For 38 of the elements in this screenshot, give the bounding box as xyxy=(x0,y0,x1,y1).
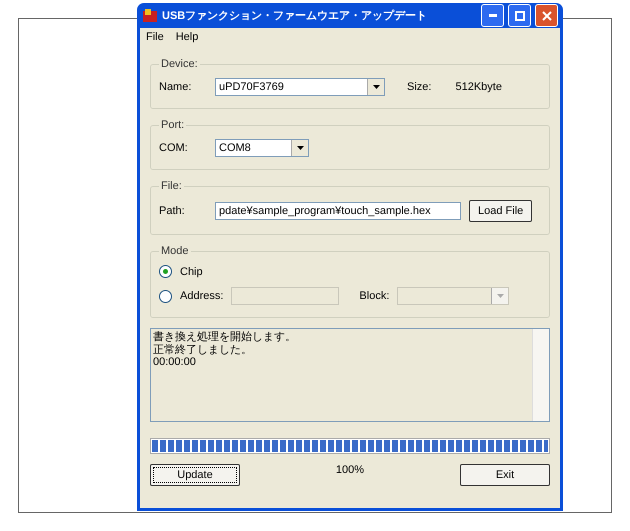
log-line: 正常終了しました。 xyxy=(153,344,253,356)
field-label: COM: xyxy=(159,142,189,154)
path-field[interactable]: pdate¥sample_program¥touch_sample.hex xyxy=(215,202,461,220)
field-label: Block: xyxy=(359,290,390,302)
maximize-button[interactable] xyxy=(508,4,531,27)
log-line: 00:00:00 xyxy=(153,356,197,369)
radio-button[interactable] xyxy=(159,265,172,278)
log-line: 書き換え処理を開始します。 xyxy=(153,331,297,344)
close-button[interactable] xyxy=(535,4,558,27)
caret-icon xyxy=(496,294,504,298)
group-label: Device: xyxy=(160,58,199,70)
scrollbar[interactable] xyxy=(532,329,549,421)
radio-label: Address: xyxy=(180,290,224,302)
menu-item[interactable]: Help xyxy=(176,31,198,45)
com-dropdown[interactable]: COM8 xyxy=(215,139,309,157)
window-title: USBファンクション・ファームウエア・アップデート xyxy=(162,8,428,23)
group-label: Port: xyxy=(160,119,186,131)
caret-icon xyxy=(372,85,380,89)
menu-item[interactable]: File xyxy=(146,31,164,45)
load-file-button[interactable]: Load File xyxy=(469,200,532,222)
field-label: Path: xyxy=(159,205,186,217)
group-label: Mode xyxy=(160,245,190,257)
maximize-icon xyxy=(514,10,524,20)
caret-icon xyxy=(296,146,304,150)
app-icon xyxy=(142,8,158,24)
size-label: Size: xyxy=(407,81,432,93)
size-value: 512Kbyte xyxy=(455,81,502,93)
radio-button[interactable] xyxy=(159,290,172,302)
progress-reading: 100% xyxy=(336,464,364,476)
exit-button[interactable]: Exit xyxy=(460,464,550,486)
minimize-button[interactable] xyxy=(481,4,504,27)
group-label: File: xyxy=(160,180,183,192)
close-icon xyxy=(542,10,552,20)
update-button[interactable]: Update xyxy=(150,464,240,486)
device-dropdown[interactable]: uPD70F3769 xyxy=(215,78,385,96)
field-label: Name: xyxy=(159,81,192,93)
radio-label: Chip xyxy=(180,266,203,278)
minimize-icon xyxy=(488,14,496,17)
